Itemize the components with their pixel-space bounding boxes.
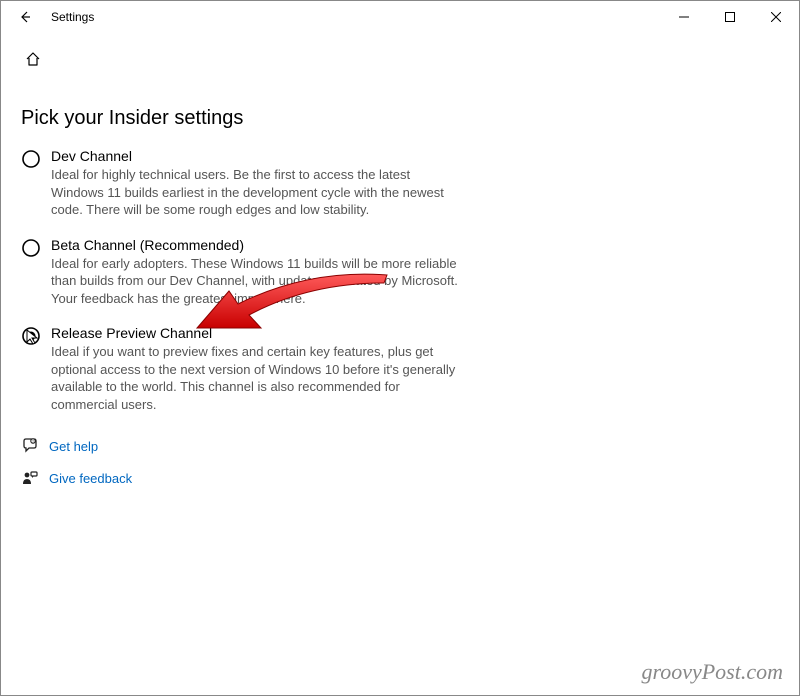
option-title: Beta Channel (Recommended)	[51, 237, 461, 253]
option-title: Dev Channel	[51, 148, 461, 164]
radio-selected[interactable]	[21, 326, 41, 346]
close-icon	[771, 12, 781, 22]
get-help-link[interactable]: ? Get help	[21, 437, 779, 455]
window-controls	[661, 1, 799, 33]
minimize-button[interactable]	[661, 1, 707, 33]
person-feedback-icon	[21, 469, 39, 487]
option-description: Ideal for early adopters. These Windows …	[51, 255, 461, 308]
back-button[interactable]	[9, 1, 41, 33]
window-title: Settings	[51, 10, 94, 24]
option-dev-channel[interactable]: Dev Channel Ideal for highly technical u…	[21, 148, 461, 219]
watermark: groovyPost.com	[641, 659, 783, 685]
option-beta-channel[interactable]: Beta Channel (Recommended) Ideal for ear…	[21, 237, 461, 308]
link-label: Give feedback	[49, 471, 132, 486]
radio-unchecked[interactable]	[21, 238, 41, 258]
maximize-button[interactable]	[707, 1, 753, 33]
page-heading: Pick your Insider settings	[21, 107, 779, 130]
titlebar: Settings	[1, 1, 799, 33]
minimize-icon	[679, 12, 689, 22]
svg-text:?: ?	[32, 440, 34, 444]
home-icon	[24, 50, 42, 68]
option-description: Ideal for highly technical users. Be the…	[51, 166, 461, 219]
content-area: Pick your Insider settings Dev Channel I…	[1, 69, 799, 487]
option-title: Release Preview Channel	[51, 325, 461, 341]
nav-row	[1, 33, 799, 69]
maximize-icon	[725, 12, 735, 22]
arrow-left-icon	[18, 10, 32, 24]
chat-icon: ?	[21, 437, 39, 455]
link-label: Get help	[49, 439, 98, 454]
option-release-preview-channel[interactable]: Release Preview Channel Ideal if you wan…	[21, 325, 461, 413]
close-button[interactable]	[753, 1, 799, 33]
home-button[interactable]	[23, 49, 43, 69]
give-feedback-link[interactable]: Give feedback	[21, 469, 779, 487]
help-links: ? Get help Give feedback	[21, 437, 779, 487]
radio-unchecked[interactable]	[21, 149, 41, 169]
option-description: Ideal if you want to preview fixes and c…	[51, 343, 461, 413]
